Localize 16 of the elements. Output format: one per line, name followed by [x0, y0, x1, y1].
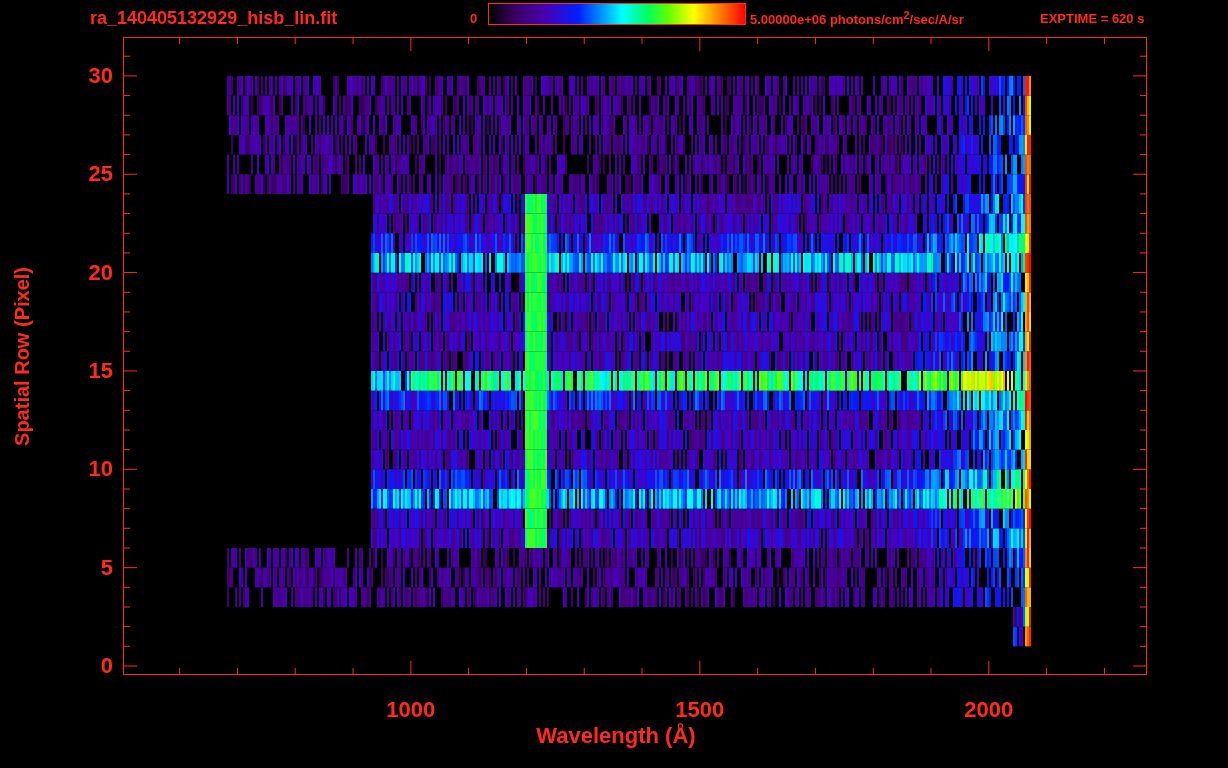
colorbar-min-label: 0	[470, 11, 479, 26]
file-title: ra_140405132929_hisb_lin.fit	[90, 8, 339, 29]
x-tick-label: 1500	[675, 697, 725, 723]
y-tick-label: 15	[88, 357, 113, 384]
x-axis-title: Wavelength (Å)	[536, 723, 696, 749]
y-axis-title: Spatial Row (Pixel)	[10, 266, 34, 446]
y-tick-label: 25	[88, 161, 113, 188]
y-tick-label: 20	[88, 259, 113, 286]
exposure-time: EXPTIME = 620 s	[1040, 11, 1145, 26]
colorbar-max-label: 5.00000e+06 photons/cm$^{2}$/sec/A/sr	[750, 9, 965, 28]
x-tick-label: 1000	[386, 697, 436, 723]
y-tick-label: 10	[88, 456, 113, 483]
x-tick-label: 2000	[964, 697, 1014, 723]
y-tick-label: 5	[100, 554, 113, 581]
y-tick-label: 0	[100, 653, 113, 679]
y-tick-label: 30	[88, 62, 113, 89]
